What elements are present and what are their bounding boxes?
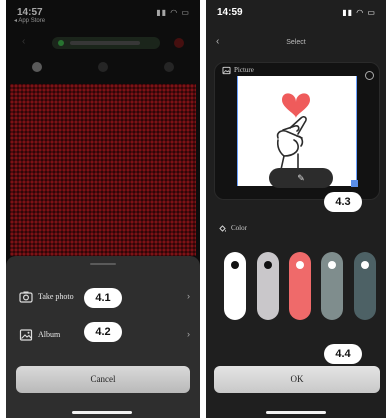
- callout-badge: 4.4: [324, 344, 362, 364]
- swatch-selector-dot: [231, 261, 239, 269]
- callout-badge: 4.1: [84, 288, 122, 308]
- swatch-selector-dot: [328, 261, 336, 269]
- color-swatch-slate[interactable]: [321, 252, 343, 320]
- edit-picture-button[interactable]: ✎: [269, 168, 333, 188]
- right-screen: 14:59 ▮▮ ◠ ▭ ‹ Select Picture ✎ 4.3 Colo…: [206, 0, 386, 418]
- crop-handle[interactable]: [351, 180, 358, 187]
- sheet-grab-handle[interactable]: [90, 263, 116, 265]
- album-icon: [19, 329, 33, 341]
- color-swatch-grey[interactable]: [257, 252, 279, 320]
- picture-icon: [222, 66, 231, 75]
- color-option-label: Color: [218, 224, 247, 233]
- bottom-sheet: Take photo › 4.1 Album › 4.2 Cancel: [6, 256, 200, 418]
- swatch-selector-dot: [361, 261, 369, 269]
- home-indicator: [266, 411, 326, 414]
- chevron-right-icon: ›: [187, 329, 190, 339]
- left-screen: 14:57 ◂ App Store ▮▮ ◠ ▭ ‹ Take photo › …: [6, 0, 200, 418]
- pencil-icon: ✎: [297, 173, 305, 183]
- color-swatch-red[interactable]: [289, 252, 311, 320]
- color-swatch-teal[interactable]: [354, 252, 376, 320]
- page-title: Select: [286, 39, 306, 46]
- signal-wifi-battery-icon: ▮▮ ◠ ▭: [342, 8, 376, 17]
- paint-bucket-icon: [219, 225, 226, 232]
- swatch-selector-dot: [296, 261, 304, 269]
- color-swatch-white[interactable]: [224, 252, 246, 320]
- picture-label: Picture: [234, 66, 254, 75]
- chevron-right-icon: ›: [187, 291, 190, 301]
- callout-badge: 4.3: [324, 192, 362, 212]
- camera-icon: [19, 291, 33, 303]
- picture-option-label: Picture: [222, 66, 254, 75]
- callout-badge: 4.2: [84, 322, 122, 342]
- take-photo-label: Take photo: [38, 292, 74, 301]
- cancel-button[interactable]: Cancel: [16, 366, 190, 393]
- status-bar: 14:59 ▮▮ ◠ ▭: [206, 0, 386, 24]
- album-label: Album: [38, 330, 61, 339]
- swatch-selector-dot: [264, 261, 272, 269]
- picture-radio[interactable]: [365, 71, 374, 80]
- nav-bar: ‹ Select: [206, 34, 386, 52]
- status-time: 14:59: [217, 7, 243, 18]
- ok-button[interactable]: OK: [214, 366, 380, 393]
- color-label: Color: [231, 224, 247, 233]
- home-indicator: [72, 411, 132, 414]
